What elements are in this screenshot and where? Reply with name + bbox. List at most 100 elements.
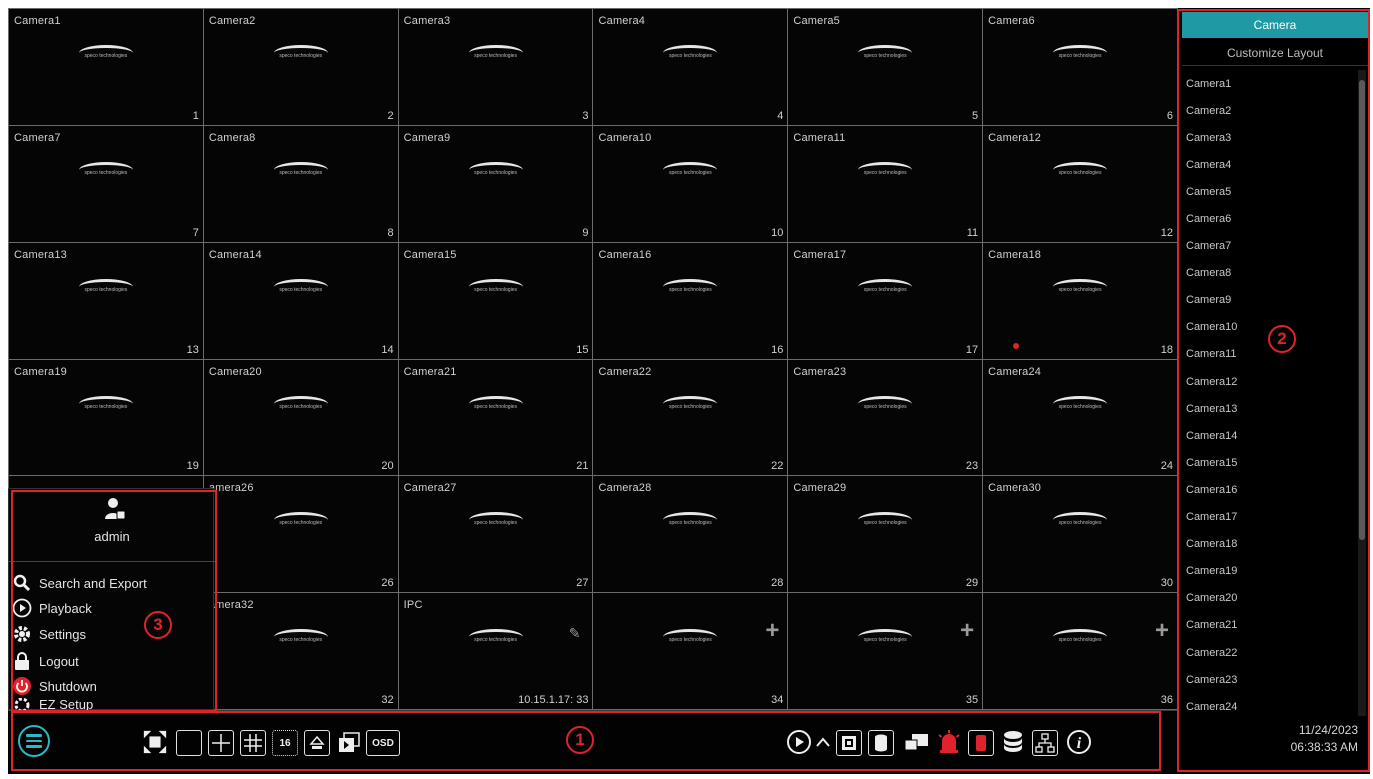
- camera-tile[interactable]: Camera11 speco technologies 11: [788, 125, 983, 242]
- layout-9-icon[interactable]: [240, 730, 266, 756]
- camera-list-item[interactable]: Camera14: [1184, 422, 1356, 449]
- speco-logo: speco technologies: [71, 395, 141, 412]
- add-camera-icon[interactable]: +: [1155, 619, 1169, 643]
- camera-tile[interactable]: Camera4 speco technologies 4: [593, 9, 788, 125]
- channel-number: 21: [576, 460, 589, 473]
- layout-1-icon[interactable]: [176, 730, 202, 756]
- snapshot-icon[interactable]: [836, 730, 862, 756]
- camera-tile[interactable]: Camera10 speco technologies 10: [593, 125, 788, 242]
- fullscreen-icon[interactable]: [142, 729, 168, 755]
- camera-tile[interactable]: Camera20 speco technologies 20: [203, 359, 398, 476]
- camera-list-item[interactable]: Camera1: [1184, 70, 1356, 97]
- layout-4-icon[interactable]: [208, 730, 234, 756]
- camera-tile[interactable]: amera26 speco technologies 26: [203, 476, 398, 593]
- camera-list-item[interactable]: Camera16: [1184, 476, 1356, 503]
- camera-list-item[interactable]: Camera20: [1184, 585, 1356, 612]
- camera-tile[interactable]: IPC speco technologies ✎ 10.15.1.17: 33: [398, 593, 593, 709]
- tab-camera[interactable]: Camera: [1182, 12, 1368, 38]
- camera-tile[interactable]: Camera16 speco technologies 16: [593, 242, 788, 359]
- add-camera-icon[interactable]: +: [960, 619, 974, 643]
- menu-item-settings[interactable]: Settings: [9, 622, 215, 646]
- camera-list-item[interactable]: Camera8: [1184, 260, 1356, 287]
- camera-tile[interactable]: Camera12 speco technologies 12: [983, 125, 1177, 242]
- logo-text: speco technologies: [474, 286, 517, 293]
- camera-list-item[interactable]: Camera3: [1184, 124, 1356, 151]
- camera-tile[interactable]: Camera9 speco technologies 9: [398, 125, 593, 242]
- camera-tile[interactable]: Camera30 speco technologies 30: [983, 476, 1177, 593]
- start-menu-button[interactable]: [18, 725, 50, 757]
- osd-button[interactable]: OSD: [366, 730, 400, 756]
- camera-tile[interactable]: Camera21 speco technologies 21: [398, 359, 593, 476]
- camera-tile[interactable]: Camera23 speco technologies 23: [788, 359, 983, 476]
- camera-tile[interactable]: Camera5 speco technologies 5: [788, 9, 983, 125]
- camera-tile[interactable]: Camera13 speco technologies 13: [9, 242, 203, 359]
- speco-logo: speco technologies: [1045, 161, 1115, 178]
- camera-tile[interactable]: speco technologies 36 +: [983, 593, 1177, 709]
- camera-list-item[interactable]: Camera19: [1184, 558, 1356, 585]
- speco-logo: speco technologies: [850, 512, 920, 528]
- camera-tile-name: IPC: [403, 599, 423, 612]
- camera-list-item[interactable]: Camera6: [1184, 205, 1356, 232]
- scrollbar-thumb[interactable]: [1359, 80, 1365, 540]
- camera-tile[interactable]: speco technologies 34 +: [593, 593, 788, 709]
- sequence-view-icon[interactable]: [336, 730, 362, 756]
- camera-list-item[interactable]: Camera7: [1184, 233, 1356, 260]
- camera-tile[interactable]: amera32 speco technologies 32: [203, 593, 398, 709]
- disk-icon[interactable]: [868, 730, 894, 756]
- camera-tile[interactable]: Camera1 speco technologies 1: [9, 9, 203, 125]
- camera-list-item[interactable]: Camera18: [1184, 531, 1356, 558]
- menu-item-playback[interactable]: Playback: [9, 596, 215, 620]
- manual-record-icon[interactable]: [904, 730, 930, 756]
- record-status-icon[interactable]: [968, 730, 994, 756]
- alarm-icon[interactable]: [936, 729, 962, 755]
- menu-item-logout[interactable]: Logout: [9, 649, 215, 673]
- logo-swoosh: [663, 629, 718, 637]
- camera-tile[interactable]: Camera29 speco technologies 29: [788, 476, 983, 593]
- camera-tile[interactable]: Camera6 speco technologies 6: [983, 9, 1177, 125]
- camera-tile[interactable]: Camera28 speco technologies 28: [593, 476, 788, 593]
- info-icon[interactable]: i: [1066, 729, 1092, 755]
- camera-list-item[interactable]: Camera9: [1184, 287, 1356, 314]
- camera-tile[interactable]: speco technologies 35 +: [788, 593, 983, 709]
- camera-list-item[interactable]: Camera2: [1184, 97, 1356, 124]
- menu-item-search-export[interactable]: Search and Export: [9, 571, 215, 595]
- camera-tile[interactable]: Camera3 speco technologies 3: [398, 9, 593, 125]
- menu-item-label: Logout: [39, 653, 79, 669]
- camera-list-item[interactable]: Camera4: [1184, 151, 1356, 178]
- database-icon[interactable]: [1000, 729, 1026, 755]
- camera-list-item[interactable]: Camera5: [1184, 178, 1356, 205]
- divider: [9, 561, 215, 562]
- camera-list-item[interactable]: Camera21: [1184, 612, 1356, 639]
- camera-tile[interactable]: Camera8 speco technologies 8: [203, 125, 398, 242]
- play-icon[interactable]: [786, 729, 812, 755]
- tab-customize-layout[interactable]: Customize Layout: [1182, 40, 1368, 66]
- camera-list-item[interactable]: Camera12: [1184, 368, 1356, 395]
- camera-list-item[interactable]: Camera15: [1184, 449, 1356, 476]
- camera-tile[interactable]: Camera2 speco technologies 2: [203, 9, 398, 125]
- scrollbar[interactable]: [1358, 70, 1366, 716]
- camera-list-item[interactable]: Camera17: [1184, 504, 1356, 531]
- camera-tile[interactable]: Camera15 speco technologies 15: [398, 242, 593, 359]
- camera-tile[interactable]: Camera14 speco technologies 14: [203, 242, 398, 359]
- camera-list-item[interactable]: Camera22: [1184, 639, 1356, 666]
- start-menu: admin Search and Export Playback Setting…: [8, 488, 215, 712]
- logo-text: speco technologies: [474, 520, 517, 527]
- camera-tile[interactable]: Camera24 speco technologies 24: [983, 359, 1177, 476]
- camera-tile-name: Camera28: [598, 482, 652, 495]
- camera-list-item[interactable]: Camera23: [1184, 666, 1356, 693]
- camera-tile[interactable]: Camera22 speco technologies 22: [593, 359, 788, 476]
- camera-list-item[interactable]: Camera13: [1184, 395, 1356, 422]
- layout-16-icon[interactable]: 16: [272, 730, 298, 756]
- camera-tile[interactable]: Camera27 speco technologies 27: [398, 476, 593, 593]
- chevron-up-icon[interactable]: [814, 729, 832, 755]
- camera-tile[interactable]: Camera7 speco technologies 7: [9, 125, 203, 242]
- camera-list-item[interactable]: Camera24: [1184, 693, 1356, 716]
- network-icon[interactable]: [1032, 730, 1058, 756]
- camera-tile[interactable]: Camera18 speco technologies 18: [983, 242, 1177, 359]
- edit-icon[interactable]: ✎: [569, 625, 581, 642]
- camera-tile[interactable]: Camera19 speco technologies 19: [9, 359, 203, 476]
- custom-layout-icon[interactable]: [304, 730, 330, 756]
- menu-item-shutdown[interactable]: Shutdown: [9, 674, 215, 698]
- add-camera-icon[interactable]: +: [765, 619, 779, 643]
- camera-tile[interactable]: Camera17 speco technologies 17: [788, 242, 983, 359]
